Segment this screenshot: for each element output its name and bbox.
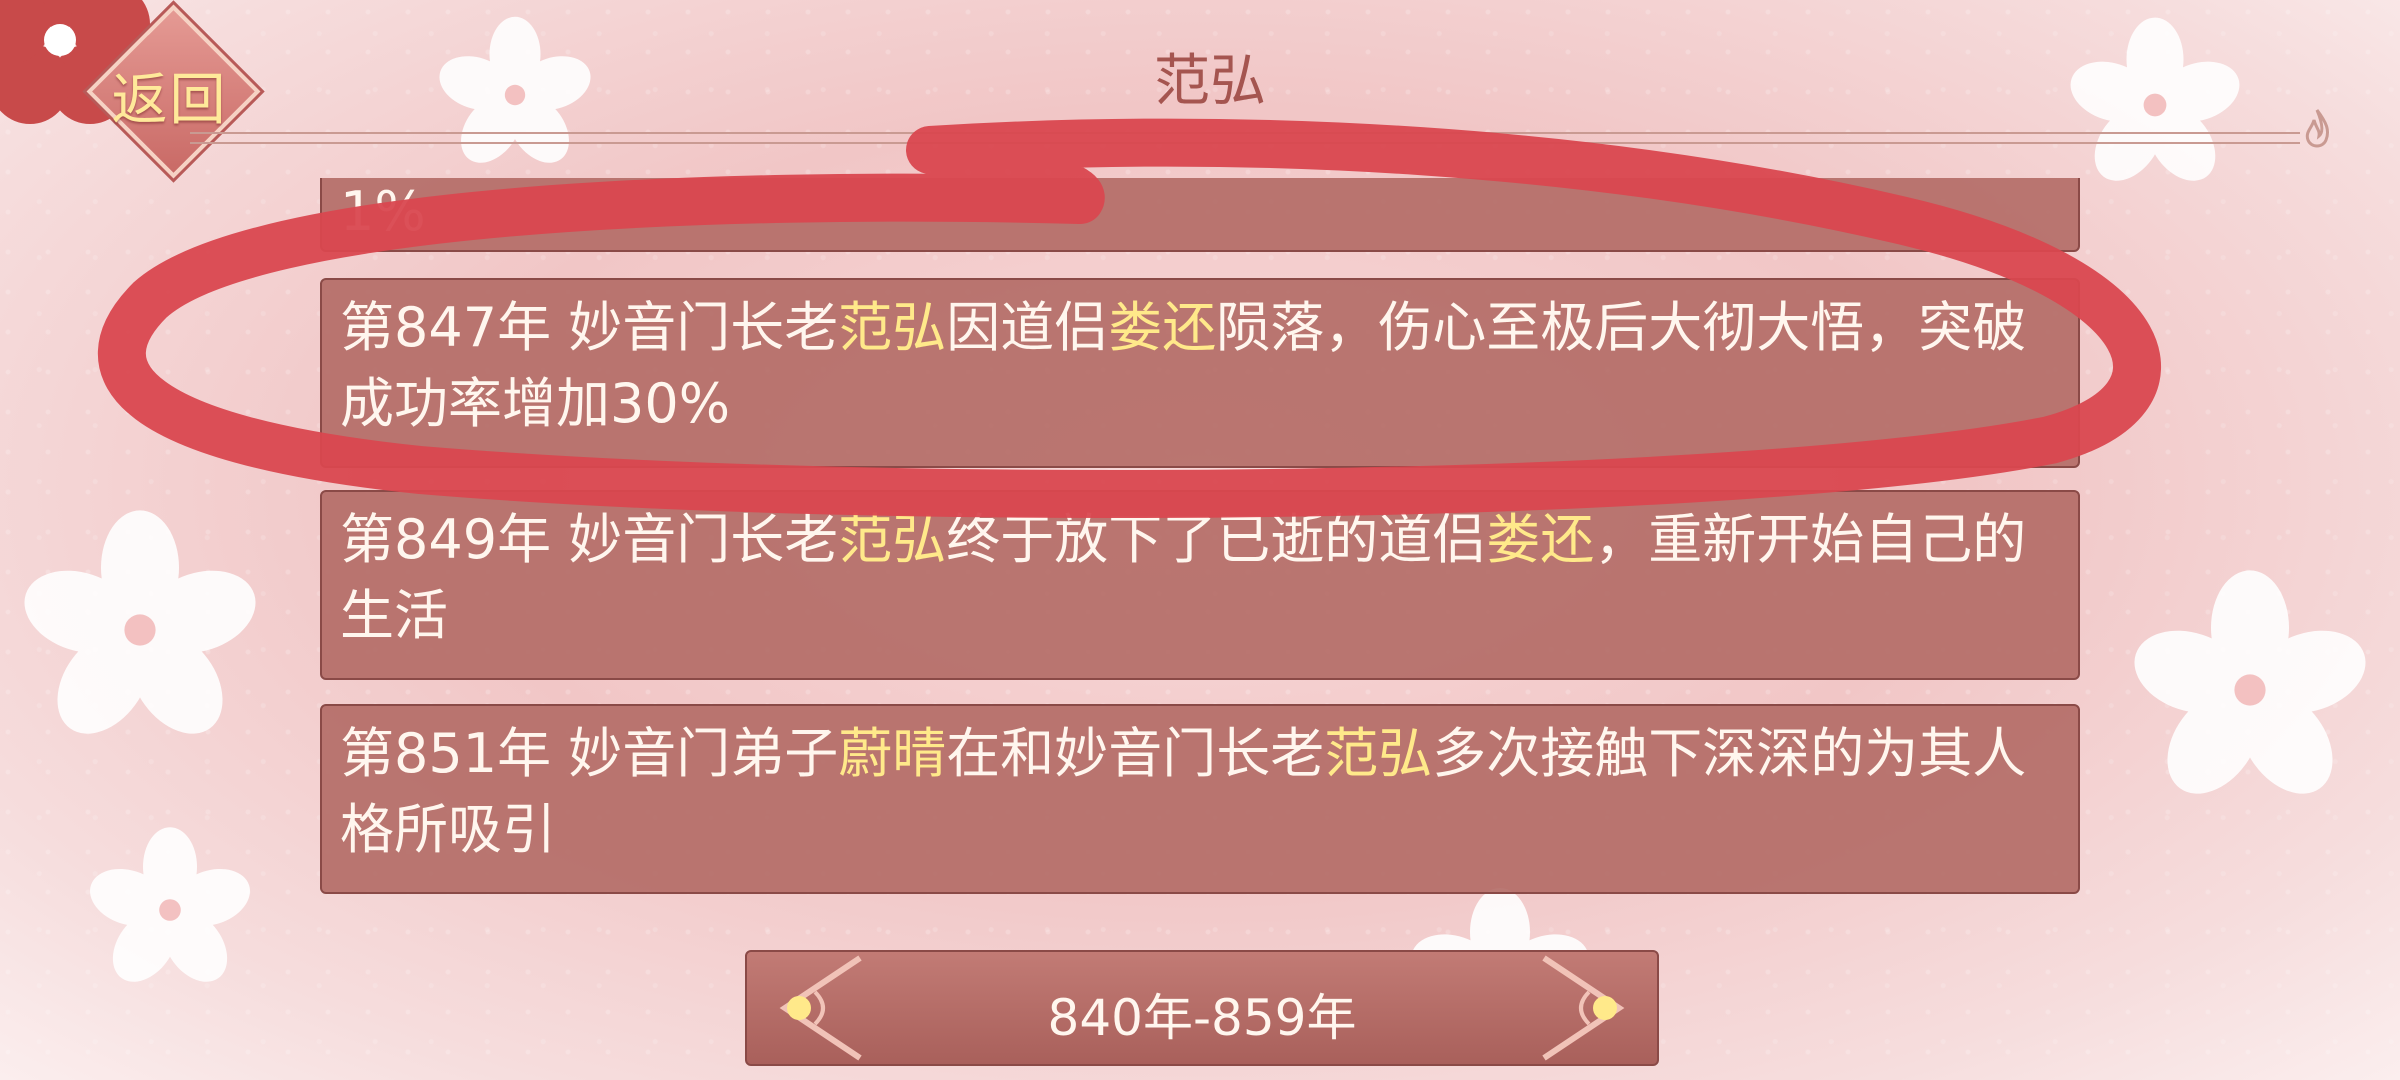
- highlighted-name: 范弘: [838, 508, 947, 571]
- log-text: 终于放下了已逝的道侣: [946, 508, 1487, 571]
- highlighted-name: 娄还: [1108, 296, 1217, 359]
- highlighted-name: 娄还: [1486, 508, 1595, 571]
- highlighted-name: 范弘: [1324, 722, 1433, 785]
- back-button-label: 返回: [111, 68, 228, 133]
- blossom-decoration: [10, 500, 270, 760]
- blossom-decoration: [80, 820, 260, 1000]
- log-text: 在和妙音门长老: [946, 722, 1325, 785]
- highlighted-name: 蔚晴: [838, 722, 947, 785]
- log-entry: 第849年 妙音门长老范弘终于放下了已逝的道侣娄还，重新开始自己的生活: [320, 490, 2080, 680]
- period-range-label: 840年-859年: [1047, 989, 1357, 1047]
- blossom-decoration: [2120, 560, 2380, 820]
- log-entry: 第851年 妙音门弟子蔚晴在和妙音门长老范弘多次接触下深深的为其人格所吸引: [320, 704, 2080, 894]
- log-text: 第847年 妙音门长老: [340, 296, 839, 359]
- log-text: 因道侣: [946, 296, 1109, 359]
- header-divider: [190, 132, 2300, 144]
- log-text: 1%: [340, 180, 426, 243]
- log-text: 第849年 妙音门长老: [340, 508, 839, 571]
- screen: 返回 范弘 1% 第847年 妙音门长老范弘因道侣娄还陨落，伤心至极后大彻大悟，突…: [0, 0, 2400, 1080]
- flame-ornament-icon: [2300, 108, 2334, 152]
- page-title: 范弘: [1154, 49, 1266, 114]
- log-entry: 1%: [320, 178, 2080, 252]
- ornament-right-icon: [1529, 952, 1639, 1064]
- event-log-list[interactable]: 1% 第847年 妙音门长老范弘因道侣娄还陨落，伤心至极后大彻大悟，突破成功率增加…: [320, 178, 2082, 898]
- log-text: 第851年 妙音门弟子: [340, 722, 839, 785]
- highlighted-name: 范弘: [838, 296, 947, 359]
- log-entry: 第847年 妙音门长老范弘因道侣娄还陨落，伤心至极后大彻大悟，突破成功率增加30…: [320, 278, 2080, 468]
- blossom-decoration: [2060, 10, 2250, 200]
- blossom-decoration: [430, 10, 600, 180]
- period-selector[interactable]: 840年-859年: [745, 950, 1659, 1066]
